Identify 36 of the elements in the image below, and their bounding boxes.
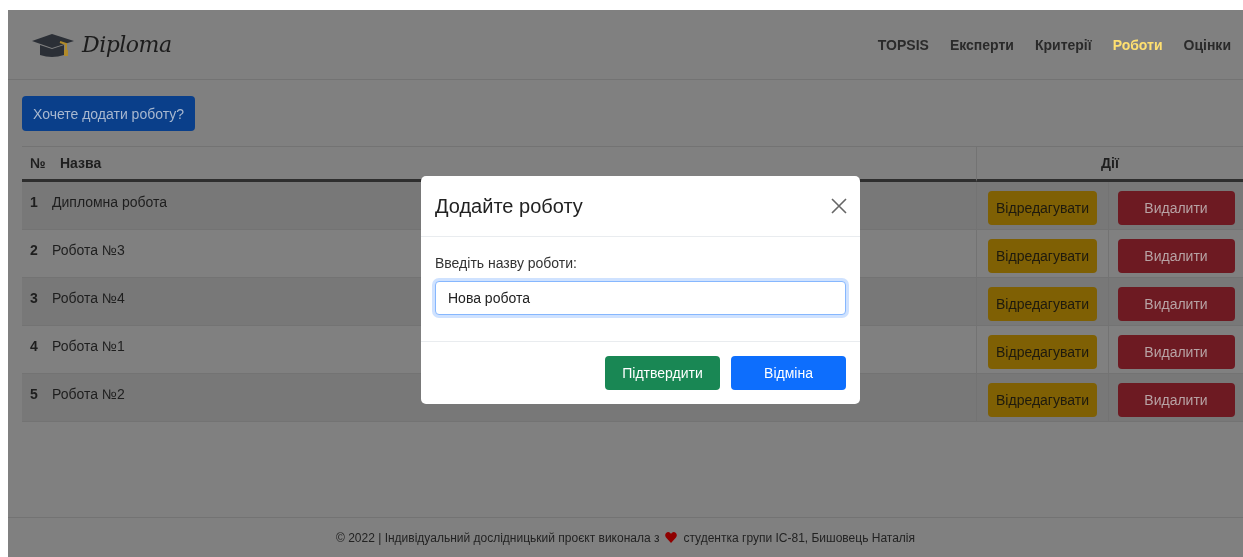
edit-button[interactable]: Відредагувати (988, 383, 1097, 417)
nav-link[interactable]: Роботи (1112, 36, 1163, 53)
edit-button[interactable]: Відредагувати (988, 335, 1097, 369)
close-icon[interactable] (831, 198, 847, 214)
work-name: Робота №2 (52, 386, 125, 402)
delete-button[interactable]: Видалити (1117, 239, 1235, 273)
footer-text: © 2022 | Індивідуальний дослідницький проєкт виконала з (336, 530, 660, 545)
row-number: 3 (30, 290, 38, 306)
nav-link[interactable]: TOPSIS (877, 36, 929, 53)
nav-link[interactable]: Оцінки (1183, 36, 1231, 53)
delete-button[interactable]: Видалити (1117, 383, 1235, 417)
delete-button[interactable]: Видалити (1117, 335, 1235, 369)
row-number: 1 (30, 194, 38, 210)
work-name-field[interactable]: Нова робота (435, 281, 846, 315)
delete-button[interactable]: Видалити (1117, 287, 1235, 321)
edit-button[interactable]: Відредагувати (988, 287, 1097, 321)
heart-icon (665, 532, 678, 543)
cancel-button[interactable]: Відміна (731, 356, 846, 390)
add-work-button[interactable]: Хочете додати роботу? (22, 96, 196, 131)
work-name: Дипломна робота (52, 194, 168, 210)
work-name: Робота №3 (52, 242, 125, 258)
delete-button[interactable]: Видалити (1117, 191, 1235, 225)
footer-text: студентка групи ІС-81, Бишовець Наталія (683, 530, 915, 545)
edit-button[interactable]: Відредагувати (988, 191, 1097, 225)
work-name: Робота №4 (52, 290, 125, 306)
modal-title: Додайте роботу (435, 194, 583, 218)
edit-button[interactable]: Відредагувати (988, 239, 1097, 273)
row-number: 5 (30, 386, 38, 402)
confirm-button[interactable]: Підтвердити (605, 356, 720, 390)
field-label: Введіть назву роботи: (435, 255, 578, 271)
row-number: 2 (30, 242, 38, 258)
work-name: Робота №1 (52, 338, 125, 354)
nav-link[interactable]: Критерії (1034, 36, 1092, 53)
brand-name[interactable]: Diploma (82, 32, 172, 57)
row-number: 4 (30, 338, 38, 354)
nav-link[interactable]: Експерти (949, 36, 1014, 53)
